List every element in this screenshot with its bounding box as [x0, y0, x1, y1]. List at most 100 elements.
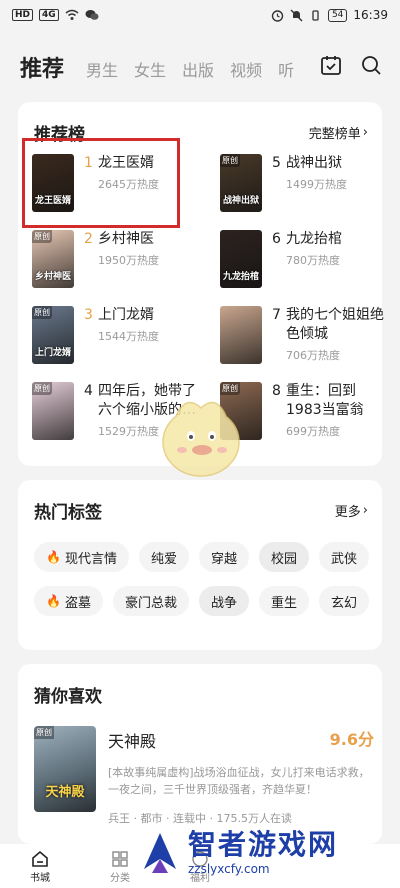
tag-chip[interactable]: 校园	[259, 542, 310, 572]
original-badge: 原创	[34, 726, 54, 739]
tag-label: 武侠	[331, 551, 358, 567]
bottom-tab-bookstore[interactable]: 书城	[10, 849, 70, 884]
book-name: 四年后，她带了六个缩小版的…	[98, 383, 196, 418]
heat-count: 780万热度	[286, 254, 340, 267]
tag-chip[interactable]: 🔥 盗墓	[34, 586, 103, 616]
book-item[interactable]: 原创 天神殿 天神殿 9.6分 [本故事纯属虚构]战场浴血征战，女儿打来电话求救…	[34, 726, 374, 834]
ranking-line: 6 九龙抬棺	[272, 230, 390, 249]
ranking-line: 7 我的七个姐姐绝色倾城	[272, 306, 390, 344]
ranking-info: 4 四年后，她带了六个缩小版的… 1529万热度	[84, 382, 202, 442]
book-name: 我的七个姐姐绝色倾城	[286, 307, 384, 342]
tag-chip[interactable]: 🔥 现代言情	[34, 542, 129, 572]
rank-number: 3	[84, 307, 93, 323]
cover-title: 龙王医婿	[34, 196, 71, 206]
tab-publish[interactable]: 出版	[182, 57, 214, 81]
bottom-tab-bar: 书城 分类 福利	[0, 844, 400, 888]
rank-number: 4	[84, 383, 93, 399]
calendar-check-icon[interactable]	[320, 54, 342, 76]
tab-audio[interactable]: 听	[278, 57, 294, 81]
search-icon[interactable]	[360, 54, 382, 76]
ranking-info: 8 重生：回到1983当富翁 699万热度	[272, 382, 390, 442]
bottom-tab-welfare[interactable]: 福利	[170, 849, 230, 884]
tag-chip[interactable]: 玄幻	[319, 586, 370, 616]
bottom-tab-category[interactable]: 分类	[90, 849, 150, 884]
guess-card: 猜你喜欢 原创 天神殿 天神殿 9.6分 [本故事纯属虚构]战场浴血征战，女儿打…	[18, 664, 382, 844]
alarm-icon	[271, 9, 284, 22]
ranking-card: 推荐榜 完整榜单 › 龙王医婿 1 龙王医婿 2645万热度 原创 战神出狱 5 战神出狱 14…	[18, 102, 384, 466]
tab-male[interactable]: 男生	[86, 57, 118, 81]
ranking-item[interactable]: 九龙抬棺 6 九龙抬棺 780万热度	[220, 230, 390, 290]
heat-count: 2645万热度	[98, 178, 159, 191]
ranking-info: 5 战神出狱 1499万热度	[272, 154, 390, 214]
bottom-tab-label: 书城	[30, 872, 50, 884]
tag-chip[interactable]: 重生	[259, 586, 310, 616]
home-icon	[32, 850, 48, 867]
tag-chip[interactable]: 战争	[198, 586, 249, 616]
book-name: 上门龙婿	[98, 307, 154, 323]
more-tags-label: 更多	[334, 505, 361, 520]
original-badge: 原创	[220, 154, 240, 167]
tag-label: 豪门总裁	[124, 595, 177, 611]
ranking-item[interactable]: 龙王医婿 1 龙王医婿 2645万热度	[32, 154, 202, 214]
bottom-tab-label: 分类	[110, 872, 130, 884]
tag-chip[interactable]: 武侠	[319, 542, 370, 572]
ranking-item[interactable]: 原创 8 重生：回到1983当富翁 699万热度	[220, 382, 390, 442]
book-cover	[220, 306, 262, 364]
cover-title: 天神殿	[45, 785, 85, 800]
book-info: 天神殿 9.6分 [本故事纯属虚构]战场浴血征战，女儿打来电话求救，一夜之间，三…	[108, 726, 374, 834]
rank-number: 5	[272, 155, 281, 171]
gift-icon	[192, 850, 208, 867]
hd-badge: HD	[12, 9, 34, 21]
book-cover: 原创	[220, 382, 262, 440]
ranking-item[interactable]: 原创战神出狱 5 战神出狱 1499万热度	[220, 154, 390, 214]
nav-actions	[320, 54, 382, 76]
chevron-right-icon: ›	[362, 125, 368, 140]
tab-recommend[interactable]: 推荐	[20, 51, 64, 83]
ranking-line: 3 上门龙婿	[84, 306, 202, 325]
book-meta: 兵王 · 都市 · 连载中 · 175.5万人在读	[108, 812, 292, 825]
ranking-item[interactable]: 7 我的七个姐姐绝色倾城 706万热度	[220, 306, 390, 366]
status-right: 54 16:39	[271, 8, 388, 22]
tag-chip[interactable]: 豪门总裁	[112, 586, 189, 616]
flame-icon: 🔥	[46, 550, 61, 564]
tag-chip[interactable]: 穿越	[198, 542, 249, 572]
book-cover: 原创 天神殿	[34, 726, 96, 812]
heat-count: 706万热度	[286, 349, 340, 362]
rank-number: 7	[272, 307, 281, 323]
tag-label: 重生	[271, 595, 298, 611]
rank-number: 6	[272, 231, 281, 247]
book-cover: 原创 上门龙婿	[32, 306, 74, 364]
book-cover: 原创	[32, 382, 74, 440]
ranking-item[interactable]: 原创 上门龙婿 3 上门龙婿 1544万热度	[32, 306, 202, 366]
tag-chip[interactable]: 纯爱	[138, 542, 189, 572]
rank-number: 1	[84, 155, 93, 171]
ranking-header: 推荐榜 完整榜单 ›	[18, 102, 382, 145]
battery-level: 54	[327, 8, 348, 22]
grid-icon	[112, 850, 128, 867]
book-cover: 龙王医婿	[32, 154, 74, 212]
book-cover: 原创 乡村神医	[32, 230, 74, 288]
ranking-title: 推荐榜	[34, 125, 85, 145]
book-name: 乡村神医	[98, 231, 154, 247]
cover-title: 上门龙婿	[34, 348, 71, 358]
tab-female[interactable]: 女生	[134, 57, 166, 81]
full-ranking-label: 完整榜单	[308, 127, 361, 142]
chevron-right-icon: ›	[362, 503, 368, 518]
cover-title: 战神出狱	[222, 196, 259, 206]
clock: 16:39	[353, 8, 388, 22]
full-ranking-link[interactable]: 完整榜单 ›	[309, 123, 368, 142]
tag-label: 纯爱	[150, 551, 177, 567]
book-name: 龙王医婿	[98, 155, 154, 171]
more-tags-link[interactable]: 更多 ›	[335, 501, 368, 520]
tag-label: 穿越	[210, 551, 237, 567]
tab-video[interactable]: 视频	[230, 57, 262, 81]
ranking-item[interactable]: 原创 4 四年后，她带了六个缩小版的… 1529万热度	[32, 382, 202, 442]
ranking-line: 5 战神出狱	[272, 154, 390, 173]
original-badge: 原创	[32, 230, 52, 243]
book-name: 九龙抬棺	[286, 231, 342, 247]
ranking-line: 1 龙王医婿	[84, 154, 202, 173]
heat-count: 1950万热度	[98, 254, 159, 267]
guess-title: 猜你喜欢	[34, 687, 102, 707]
tags-title: 热门标签	[34, 503, 102, 523]
ranking-item[interactable]: 原创 乡村神医 2 乡村神医 1950万热度	[32, 230, 202, 290]
